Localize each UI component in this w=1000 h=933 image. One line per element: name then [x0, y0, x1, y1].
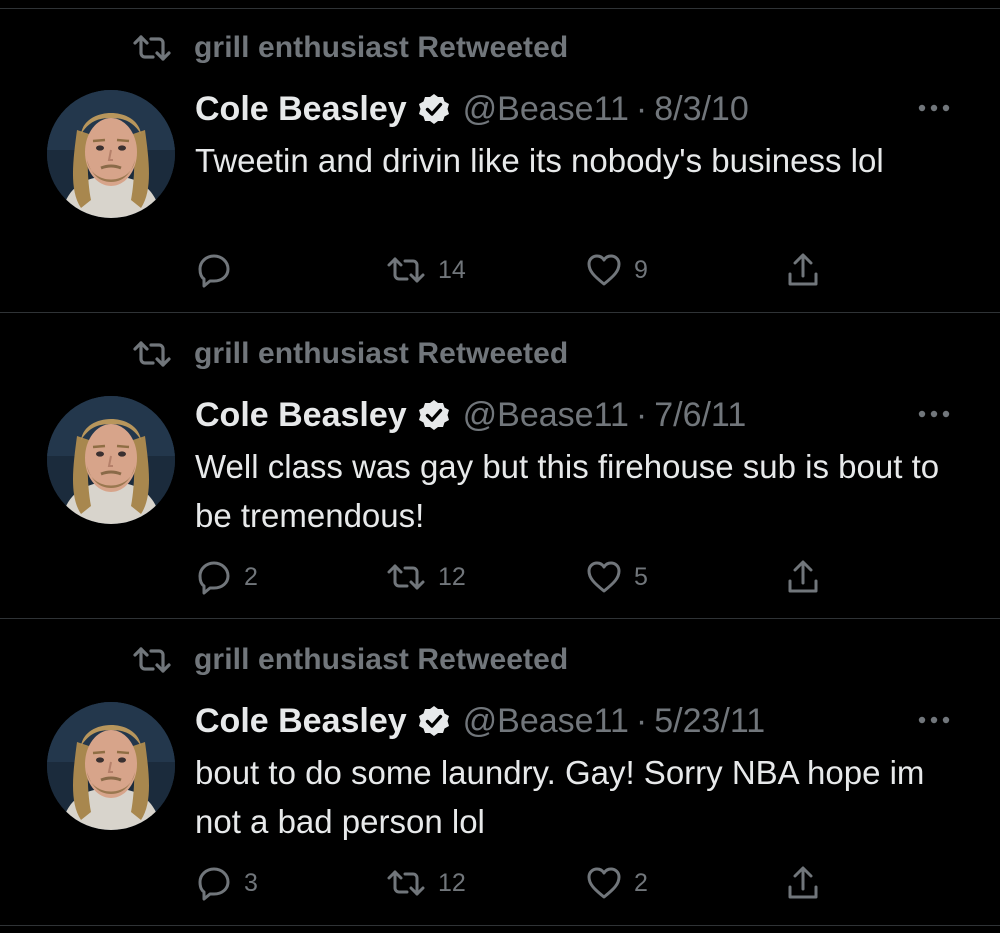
retweet-button[interactable]: 12 — [386, 863, 466, 903]
retweet-icon — [132, 645, 172, 675]
share-icon — [786, 865, 820, 901]
tweet-text: Well class was gay but this firehouse su… — [195, 448, 940, 534]
tweet-actions: 2 12 5 — [0, 557, 1000, 597]
tweet-header: Cole Beasley @Bease11 · 7/6/11 — [195, 392, 746, 438]
retweeted-by-label: grill enthusiast Retweeted — [194, 643, 569, 676]
author-name[interactable]: Cole Beasley — [195, 396, 407, 435]
like-count: 9 — [634, 255, 648, 284]
tweet-actions: 3 12 2 — [0, 863, 1000, 903]
avatar[interactable] — [47, 702, 175, 830]
heart-icon — [586, 253, 622, 287]
author-name[interactable]: Cole Beasley — [195, 702, 407, 741]
tweet-text: bout to do some laundry. Gay! Sorry NBA … — [195, 754, 925, 840]
like-count: 2 — [634, 868, 648, 897]
tweet-header: Cole Beasley @Bease11 · 8/3/10 — [195, 86, 749, 132]
timeline-feed: grill enthusiast Retweeted Cole Beasley — [0, 0, 1000, 933]
avatar[interactable] — [47, 396, 175, 524]
like-count: 5 — [634, 562, 648, 591]
reply-button[interactable] — [196, 250, 244, 290]
tweet-actions: 14 9 — [0, 250, 1000, 290]
share-button[interactable] — [786, 557, 820, 597]
author-handle[interactable]: @Bease11 — [463, 396, 629, 435]
tweet-card[interactable]: grill enthusiast Retweeted Cole Beasley — [0, 0, 1000, 305]
retweet-context[interactable]: grill enthusiast Retweeted — [132, 642, 568, 678]
share-button[interactable] — [786, 863, 820, 903]
retweet-context[interactable]: grill enthusiast Retweeted — [132, 336, 568, 372]
tweet-card[interactable]: grill enthusiast Retweeted Cole Beasley — [0, 612, 1000, 917]
verified-badge-icon — [417, 704, 451, 738]
reply-icon — [196, 559, 232, 595]
retweet-count: 12 — [438, 868, 466, 897]
like-button[interactable]: 2 — [586, 863, 648, 903]
share-icon — [786, 559, 820, 595]
reply-button[interactable]: 2 — [196, 557, 258, 597]
retweet-icon — [386, 868, 426, 898]
retweet-icon — [132, 339, 172, 369]
tweet-date[interactable]: 5/23/11 — [654, 702, 765, 741]
separator-dot: · — [635, 701, 648, 740]
tweet-date[interactable]: 7/6/11 — [654, 396, 746, 435]
reply-count: 3 — [244, 868, 258, 897]
reply-button[interactable]: 3 — [196, 863, 258, 903]
author-handle[interactable]: @Bease11 — [463, 90, 629, 129]
avatar[interactable] — [47, 90, 175, 218]
separator-dot: · — [635, 89, 648, 128]
retweeted-by-label: grill enthusiast Retweeted — [194, 337, 569, 370]
retweet-icon — [386, 562, 426, 592]
heart-icon — [586, 560, 622, 594]
more-options-icon[interactable] — [914, 96, 954, 120]
divider — [0, 925, 1000, 926]
tweet-date[interactable]: 8/3/10 — [654, 90, 749, 129]
verified-badge-icon — [417, 398, 451, 432]
like-button[interactable]: 9 — [586, 250, 648, 290]
author-handle[interactable]: @Bease11 — [463, 702, 629, 741]
share-icon — [786, 252, 820, 288]
heart-icon — [586, 866, 622, 900]
retweet-context[interactable]: grill enthusiast Retweeted — [132, 30, 568, 66]
retweet-button[interactable]: 14 — [386, 250, 466, 290]
author-name[interactable]: Cole Beasley — [195, 90, 407, 129]
retweet-count: 12 — [438, 562, 466, 591]
retweet-count: 14 — [438, 255, 466, 284]
retweeted-by-label: grill enthusiast Retweeted — [194, 31, 569, 64]
more-options-icon[interactable] — [914, 708, 954, 732]
more-options-icon[interactable] — [914, 402, 954, 426]
separator-dot: · — [635, 395, 648, 434]
reply-icon — [196, 865, 232, 901]
tweet-text: Tweetin and drivin like its nobody's bus… — [195, 142, 884, 179]
tweet-card[interactable]: grill enthusiast Retweeted Cole Beasley — [0, 306, 1000, 611]
retweet-button[interactable]: 12 — [386, 557, 466, 597]
tweet-header: Cole Beasley @Bease11 · 5/23/11 — [195, 698, 765, 744]
share-button[interactable] — [786, 250, 820, 290]
retweet-icon — [132, 33, 172, 63]
verified-badge-icon — [417, 92, 451, 126]
retweet-icon — [386, 255, 426, 285]
reply-count: 2 — [244, 562, 258, 591]
like-button[interactable]: 5 — [586, 557, 648, 597]
reply-icon — [196, 252, 232, 288]
